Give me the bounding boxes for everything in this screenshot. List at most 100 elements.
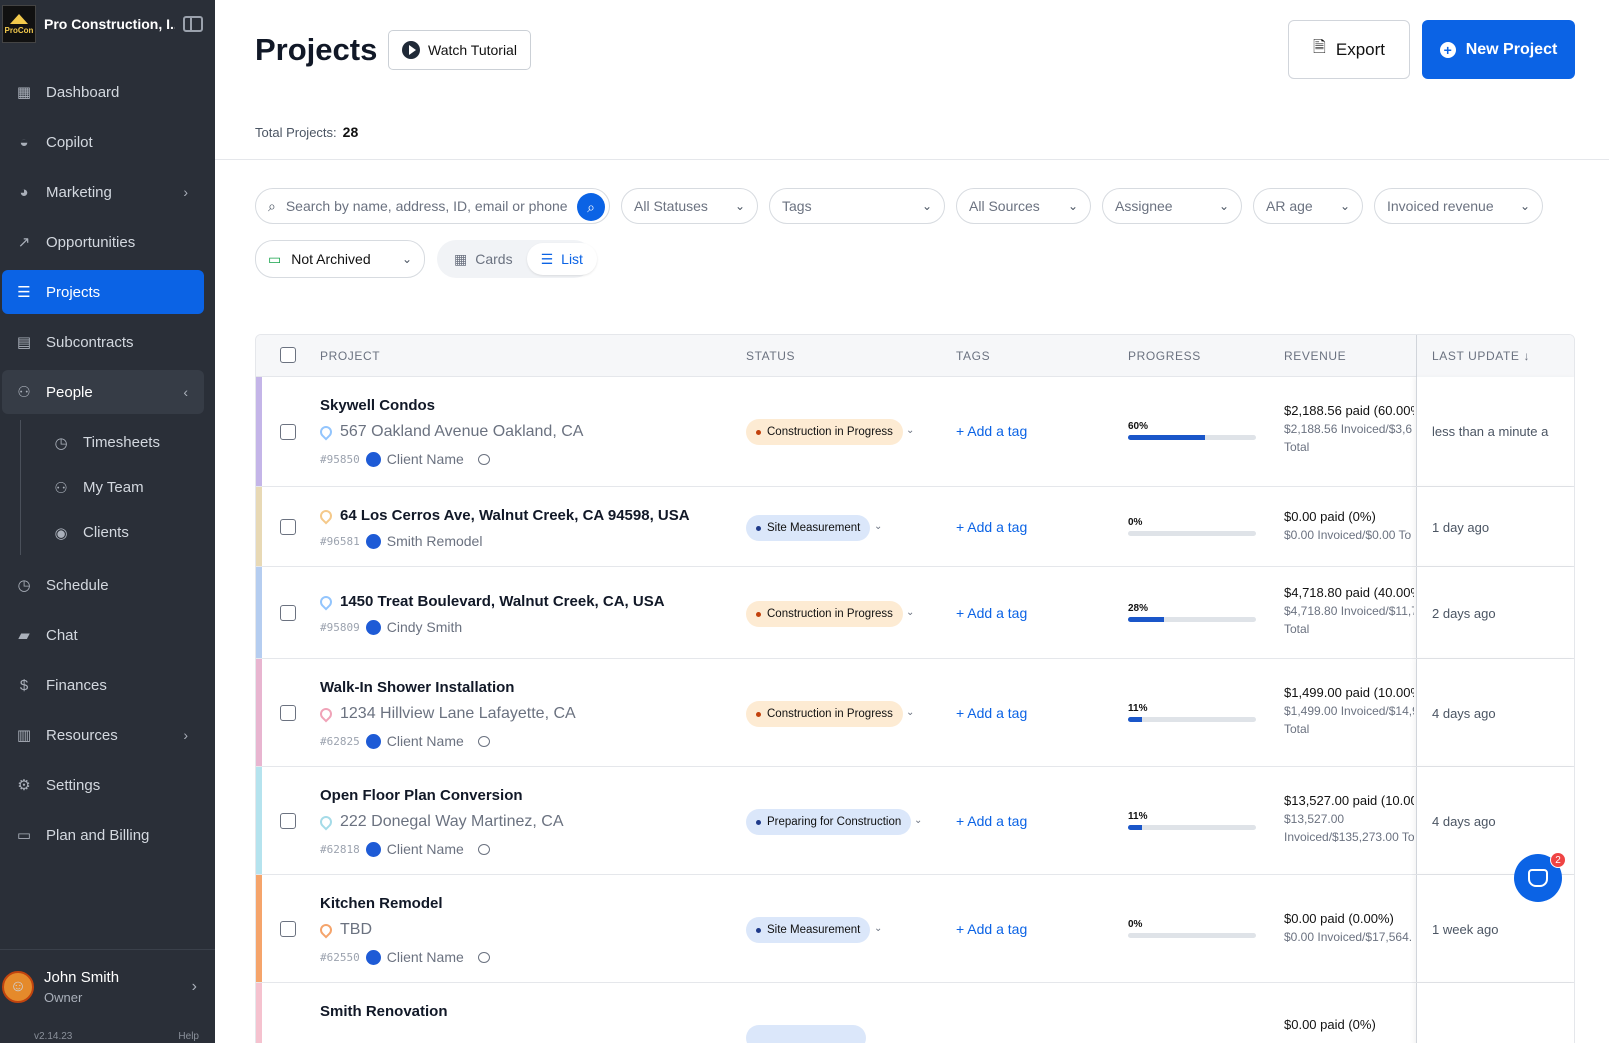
sidebar-item-marketing[interactable]: ◕ Marketing › [2, 170, 204, 214]
chevron-down-icon: ⌄ [401, 252, 412, 266]
sidebar-item-settings[interactable]: ⚙ Settings [2, 763, 204, 807]
select-all-checkbox[interactable] [280, 347, 296, 363]
add-tag-link[interactable]: + Add a tag [956, 705, 1027, 721]
brand[interactable]: ProCon Pro Construction, I... [0, 0, 215, 48]
sidebar-item-label: Resources [46, 726, 118, 744]
sidebar-item-timesheets[interactable]: ◷ Timesheets [21, 420, 215, 465]
status-label: Construction in Progress [767, 608, 893, 620]
search-input[interactable]: ⌕ Search by name, address, ID, email or p… [255, 188, 610, 224]
status-filter[interactable]: All Statuses ⌄ [621, 188, 758, 224]
assignee-filter[interactable]: Assignee ⌄ [1102, 188, 1242, 224]
project-name[interactable]: Open Floor Plan Conversion [320, 787, 523, 804]
search-button[interactable]: ⌕ [577, 193, 605, 221]
new-project-button[interactable]: + New Project [1422, 20, 1575, 79]
sidebar-item-chat[interactable]: ▰ Chat [2, 613, 204, 657]
table-row[interactable]: Open Floor Plan Conversion 222 Donegal W… [256, 767, 1574, 875]
row-checkbox[interactable] [280, 921, 296, 937]
column-status[interactable]: STATUS [746, 349, 795, 363]
chevron-down-icon[interactable]: ⌄ [914, 815, 922, 826]
table-row[interactable]: Walk-In Shower Installation 1234 Hillvie… [256, 659, 1574, 767]
support-chat-button[interactable]: 2 [1514, 852, 1566, 902]
add-tag-link[interactable]: + Add a tag [956, 423, 1027, 439]
sidebar-item-projects[interactable]: ☰ Projects [2, 270, 204, 314]
status-badge[interactable]: Site Measurement [746, 515, 871, 541]
sidebar-item-resources[interactable]: ▥ Resources › [2, 713, 204, 757]
sidebar-item-people[interactable]: ⚇ People ‹ [2, 370, 204, 414]
client-name[interactable]: Cindy Smith [387, 619, 462, 635]
archive-filter[interactable]: ▭ Not Archived ⌄ [255, 240, 425, 278]
status-badge[interactable]: Construction in Progress [746, 419, 903, 445]
project-address[interactable]: 64 Los Cerros Ave, Walnut Creek, CA 9459… [317, 507, 690, 524]
comment-icon[interactable] [477, 951, 490, 963]
help-link[interactable]: Help [178, 1031, 199, 1043]
status-badge[interactable]: Preparing for Construction [746, 809, 912, 835]
view-list-button[interactable]: ☰ List [526, 243, 597, 275]
add-tag-link[interactable]: + Add a tag [956, 605, 1027, 621]
chevron-down-icon[interactable]: ⌄ [874, 923, 882, 934]
sidebar-item-clients[interactable]: ◉ Clients [21, 510, 215, 555]
chevron-down-icon[interactable]: ⌄ [874, 521, 882, 532]
add-tag-link[interactable]: + Add a tag [956, 519, 1027, 535]
sources-filter[interactable]: All Sources ⌄ [956, 188, 1091, 224]
project-name[interactable]: Smith Renovation [320, 1003, 448, 1020]
chat-icon [1528, 869, 1548, 887]
project-name[interactable]: Skywell Condos [320, 397, 435, 414]
chevron-down-icon[interactable]: ⌄ [906, 607, 914, 618]
table-row[interactable]: Skywell Condos 567 Oakland Avenue Oaklan… [256, 377, 1574, 487]
table-row[interactable]: Kitchen Remodel TBD #62550 Client Name Si… [256, 875, 1574, 983]
chevron-down-icon[interactable]: ⌄ [906, 707, 914, 718]
ar-age-filter[interactable]: AR age ⌄ [1253, 188, 1363, 224]
status-badge[interactable]: Site Measurement [746, 917, 871, 943]
sidebar-item-subcontracts[interactable]: ▤ Subcontracts [2, 320, 204, 364]
add-tag-link[interactable]: + Add a tag [956, 921, 1027, 937]
row-checkbox[interactable] [280, 519, 296, 535]
status-badge[interactable]: Construction in Progress [746, 601, 903, 627]
last-update-cell [1416, 983, 1574, 1043]
tags-filter[interactable]: Tags ⌄ [769, 188, 945, 224]
client-name[interactable]: Client Name [387, 949, 464, 965]
sidebar-item-copilot[interactable]: ◒ Copilot [2, 120, 204, 164]
comment-icon[interactable] [477, 453, 490, 465]
search-placeholder: Search by name, address, ID, email or ph… [285, 198, 568, 214]
sidebar-item-opportunities[interactable]: ↗ Opportunities [2, 220, 204, 264]
table-row[interactable]: Smith Renovation $0.00 paid (0%) [256, 983, 1574, 1043]
client-name[interactable]: Client Name [387, 733, 464, 749]
project-name[interactable]: Kitchen Remodel [320, 895, 443, 912]
column-progress[interactable]: PROGRESS [1128, 349, 1201, 363]
row-checkbox[interactable] [280, 605, 296, 621]
column-tags[interactable]: TAGS [956, 349, 990, 363]
watch-tutorial-button[interactable]: Watch Tutorial [388, 30, 531, 70]
column-revenue[interactable]: REVENUE [1284, 349, 1346, 363]
add-tag-link[interactable]: + Add a tag [956, 813, 1027, 829]
table-row[interactable]: 1450 Treat Boulevard, Walnut Creek, CA, … [256, 567, 1574, 659]
invoiced-revenue-filter[interactable]: Invoiced revenue ⌄ [1374, 188, 1543, 224]
project-address[interactable]: 1450 Treat Boulevard, Walnut Creek, CA, … [317, 593, 665, 610]
export-button[interactable]: 🗎 Export [1288, 20, 1410, 79]
comment-icon[interactable] [477, 735, 490, 747]
chevron-down-icon: ⌄ [1339, 199, 1350, 213]
column-last-update[interactable]: LAST UPDATE ↓ [1416, 335, 1574, 377]
client-name[interactable]: Smith Remodel [387, 533, 483, 549]
client-name[interactable]: Client Name [387, 451, 464, 467]
row-checkbox[interactable] [280, 705, 296, 721]
table-row[interactable]: 64 Los Cerros Ave, Walnut Creek, CA 9459… [256, 487, 1574, 567]
projects-table: PROJECT STATUS TAGS PROGRESS REVENUE LAS… [255, 334, 1575, 1043]
column-project[interactable]: PROJECT [320, 349, 380, 363]
sidebar-item-finances[interactable]: $ Finances [2, 663, 204, 707]
project-name[interactable]: Walk-In Shower Installation [320, 679, 514, 696]
status-badge[interactable] [746, 1025, 866, 1043]
row-checkbox[interactable] [280, 813, 296, 829]
chevron-down-icon[interactable]: ⌄ [906, 425, 914, 436]
row-checkbox[interactable] [280, 424, 296, 440]
status-badge[interactable]: Construction in Progress [746, 701, 903, 727]
sidebar-item-schedule[interactable]: ◷ Schedule [2, 563, 204, 607]
sidebar-item-plan-billing[interactable]: ▭ Plan and Billing [2, 813, 204, 857]
sidebar-toggle-icon[interactable] [183, 16, 203, 32]
user-menu[interactable]: ☺ John Smith Owner › [0, 949, 215, 1023]
sidebar-item-my-team[interactable]: ⚇ My Team [21, 465, 215, 510]
view-cards-button[interactable]: ▦ Cards [440, 243, 527, 275]
comment-icon[interactable] [477, 843, 490, 855]
chevron-down-icon: ⌄ [1519, 199, 1530, 213]
client-name[interactable]: Client Name [387, 841, 464, 857]
sidebar-item-dashboard[interactable]: ▦ Dashboard [2, 70, 204, 114]
